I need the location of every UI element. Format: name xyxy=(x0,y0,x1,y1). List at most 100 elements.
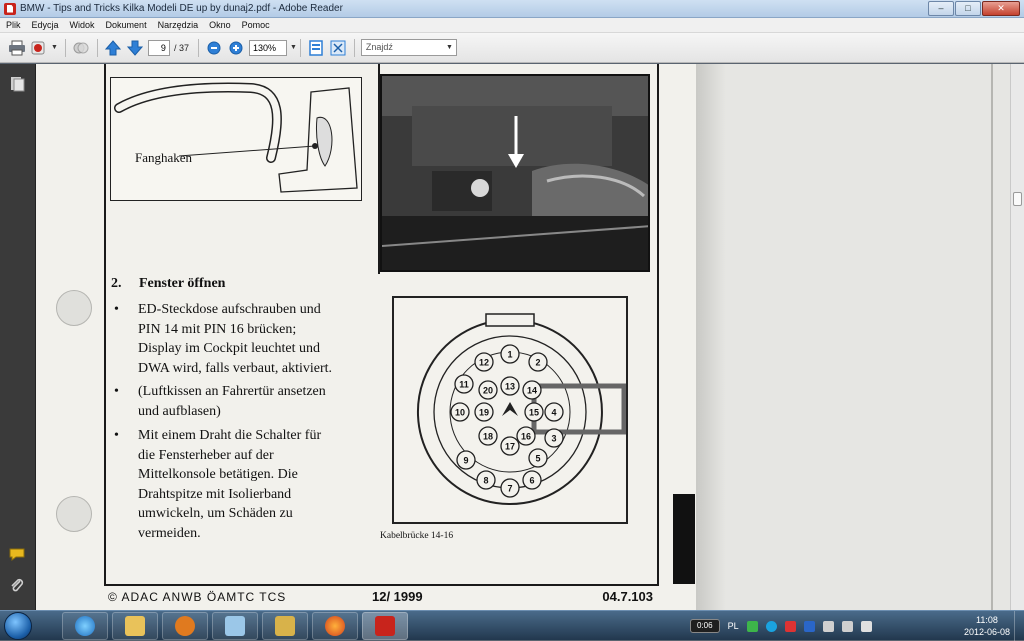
zoom-dropdown-icon[interactable]: ▼ xyxy=(290,44,297,51)
engine-bay-image xyxy=(382,76,648,270)
bullet-line: Display im Cockpit leuchtet und xyxy=(138,341,320,356)
taskbar-explorer[interactable] xyxy=(112,612,158,640)
find-placeholder: Znajdź xyxy=(365,42,393,52)
toolbar-separator xyxy=(64,38,66,57)
collaborate-button[interactable] xyxy=(72,38,90,58)
tray-green-icon[interactable] xyxy=(746,620,758,632)
comments-icon[interactable] xyxy=(9,546,25,562)
taskbar-firefox[interactable] xyxy=(312,612,358,640)
bullet-line: vermeiden. xyxy=(138,525,201,541)
toolbar: ▼ 9 / 37 130% ▼ Znajdź ▼ xyxy=(0,33,1024,63)
menu-item-narzedzia[interactable]: Narzędzia xyxy=(158,20,199,30)
engine-bay-photo xyxy=(380,74,650,272)
connector-pin-20: 20 xyxy=(478,380,498,400)
create-pdf-button[interactable]: ▼ xyxy=(30,38,58,58)
connector-pin-label: 1 xyxy=(507,350,512,360)
tray-red-icon[interactable] xyxy=(784,620,796,632)
connector-pin-6: 6 xyxy=(522,470,542,490)
zoom-level-input[interactable]: 130% xyxy=(248,39,287,56)
connector-pin-label: 9 xyxy=(463,456,468,466)
taskbar-adobe-reader[interactable] xyxy=(362,612,408,640)
page-gutter xyxy=(991,64,993,610)
bullet-dot: • xyxy=(114,428,119,443)
fit-page-button[interactable] xyxy=(307,38,325,58)
taskbar: 0:06 PL 11:08 2012-06-08 xyxy=(0,610,1024,641)
chevron-down-icon[interactable]: ▼ xyxy=(51,44,58,51)
language-indicator[interactable]: PL xyxy=(728,621,739,631)
menu-item-plik[interactable]: Plik xyxy=(6,20,21,30)
maximize-button[interactable]: □ xyxy=(955,1,981,16)
menu-item-edycja[interactable]: Edycja xyxy=(32,20,59,30)
collaborate-icon xyxy=(73,42,89,53)
start-button[interactable] xyxy=(4,612,32,640)
tray-speaker-icon[interactable] xyxy=(822,620,834,632)
document-viewport[interactable]: Fanghaken 2. Fenster öffnen • ED-Steckdo… xyxy=(36,64,1010,610)
connector-pin-label: 18 xyxy=(483,432,493,442)
menu-item-widok[interactable]: Widok xyxy=(70,20,95,30)
menu-item-okno[interactable]: Okno xyxy=(209,20,231,30)
bullet-line: Drahtspitze mit Isolierband xyxy=(138,486,292,502)
fullscreen-icon xyxy=(330,40,346,55)
fullscreen-button[interactable] xyxy=(329,38,347,58)
tray-skype-icon[interactable] xyxy=(765,620,777,632)
taskbar-media-player[interactable] xyxy=(162,612,208,640)
connector-pin-2: 2 xyxy=(528,352,548,372)
bullet-line: Mit einem Draht die Schalter für xyxy=(138,428,322,443)
connector-pin-1: 1 xyxy=(500,344,520,364)
page-number-input[interactable]: 9 xyxy=(147,39,170,56)
menu-item-dokument[interactable]: Dokument xyxy=(106,20,147,30)
scrollbar-thumb[interactable] xyxy=(1013,192,1022,206)
menu-bar: Plik Edycja Widok Dokument Narzędzia Okn… xyxy=(0,18,1024,33)
minimize-button[interactable]: – xyxy=(928,1,954,16)
vertical-scrollbar[interactable] xyxy=(1010,64,1024,610)
connector-pin-5: 5 xyxy=(528,448,548,468)
taskbar-images[interactable] xyxy=(262,612,308,640)
connector-pin-17: 17 xyxy=(500,436,520,456)
taskbar-internet-explorer[interactable] xyxy=(62,612,108,640)
connector-pin-11: 11 xyxy=(454,374,474,394)
bullet-dot: • xyxy=(114,384,119,399)
taskbar-paint[interactable] xyxy=(212,612,258,640)
title-bar: BMW - Tips and Tricks Kilka Modeli DE up… xyxy=(0,0,1024,18)
bullet-dot: • xyxy=(114,302,119,317)
tray-timer-badge[interactable]: 0:06 xyxy=(690,619,720,633)
window-title: BMW - Tips and Tricks Kilka Modeli DE up… xyxy=(20,3,343,14)
bullet-line: Mittelkonsole betätigen. Die xyxy=(138,467,298,482)
show-desktop-button[interactable] xyxy=(1014,611,1024,641)
connector-pin-label: 2 xyxy=(535,358,540,368)
zoom-out-icon xyxy=(207,41,221,54)
bullet-line: (Luftkissen an Fahrertür ansetzen xyxy=(138,384,326,399)
connector-pin-10: 10 xyxy=(450,402,470,422)
pages-icon[interactable] xyxy=(9,76,25,92)
find-input[interactable]: Znajdź ▼ xyxy=(360,39,457,56)
connector-pin-label: 14 xyxy=(527,386,537,396)
chevron-down-icon[interactable]: ▼ xyxy=(446,40,453,55)
connector-pin-label: 5 xyxy=(535,454,540,464)
connector-pin-18: 18 xyxy=(478,426,498,446)
bullet-text: Mit einem Draht die Schalter für die Fen… xyxy=(138,426,388,543)
bullet-text: ED-Steckdose aufschrauben und PIN 14 mit… xyxy=(138,300,388,378)
bullet-line: PIN 14 mit PIN 16 brücken; xyxy=(138,321,297,337)
hook-illustration: Fanghaken xyxy=(110,77,362,201)
close-button[interactable]: ✕ xyxy=(982,1,1020,16)
connector-pin-4: 4 xyxy=(544,402,564,422)
next-page-button[interactable] xyxy=(126,38,144,58)
connector-pin-label: 20 xyxy=(483,386,493,396)
zoom-in-button[interactable] xyxy=(227,38,245,58)
connector-pin-19: 19 xyxy=(474,402,494,422)
previous-page-button[interactable] xyxy=(104,38,122,58)
navigation-pane xyxy=(0,64,36,610)
connector-pin-9: 9 xyxy=(456,450,476,470)
tray-network-icon[interactable] xyxy=(841,620,853,632)
zoom-out-button[interactable] xyxy=(205,38,223,58)
attachments-icon[interactable] xyxy=(9,578,25,594)
clock[interactable]: 11:08 2012-06-08 xyxy=(964,614,1010,638)
connector-pin-3: 3 xyxy=(544,428,564,448)
toolbar-separator xyxy=(197,38,199,57)
tray-volume-icon[interactable] xyxy=(860,620,872,632)
toolbar-separator xyxy=(353,38,355,57)
print-button[interactable] xyxy=(8,38,26,58)
tray-bluetooth-icon[interactable] xyxy=(803,620,815,632)
menu-item-pomoc[interactable]: Pomoc xyxy=(242,20,270,30)
connector-pin-label: 6 xyxy=(529,476,534,486)
